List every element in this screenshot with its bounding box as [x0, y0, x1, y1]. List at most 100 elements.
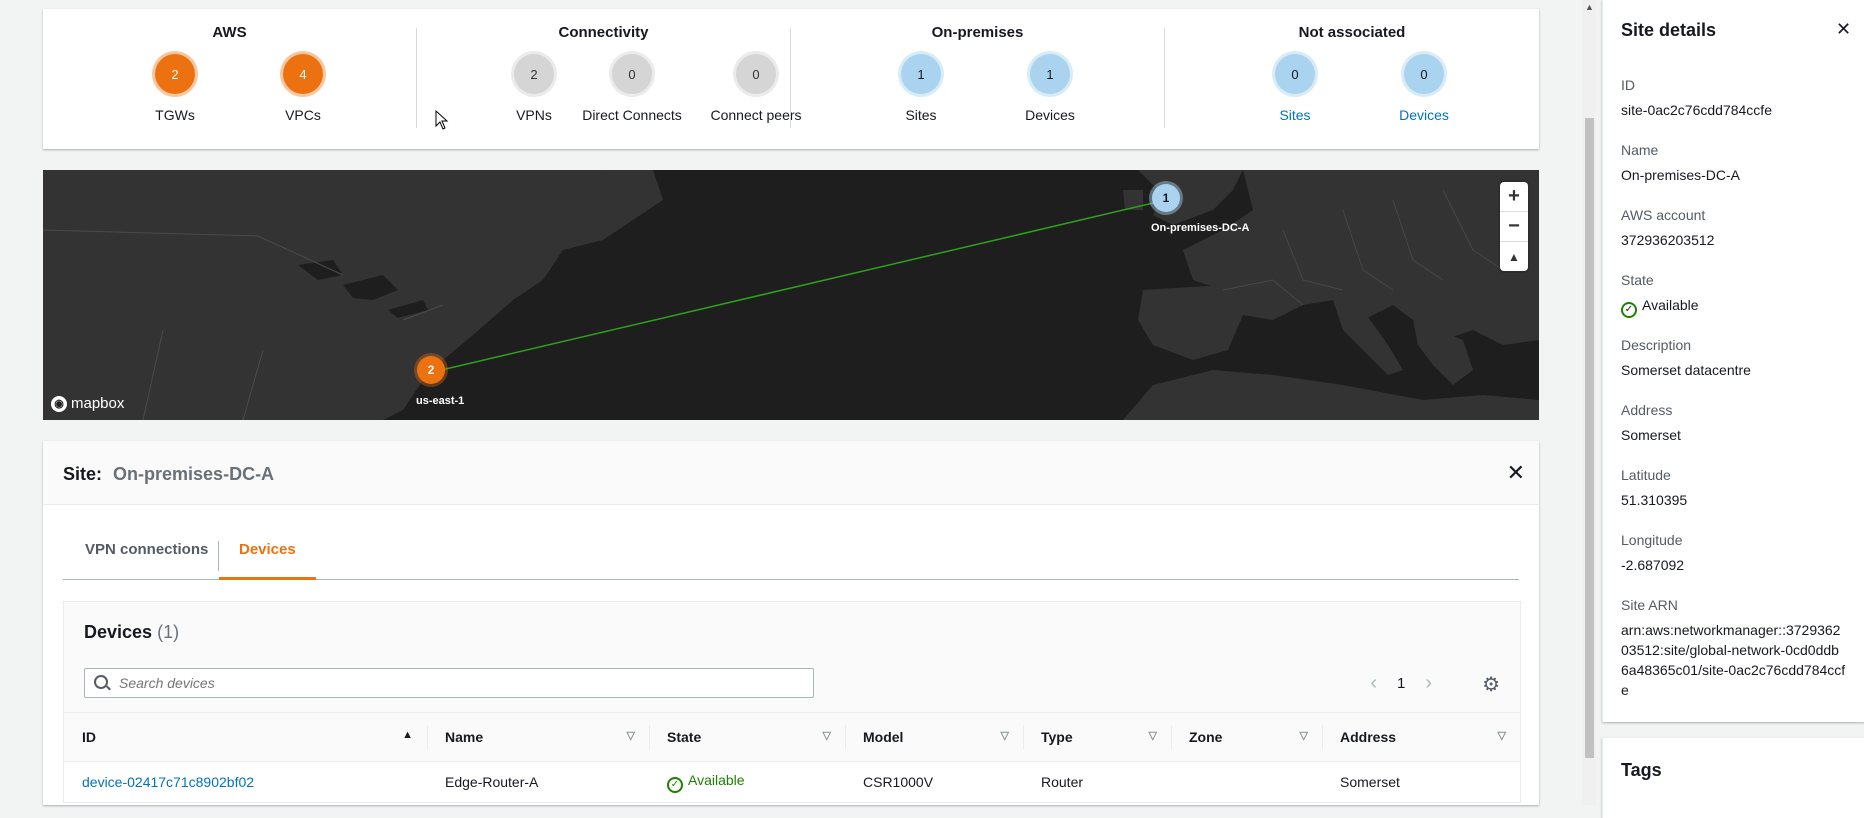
sort-icon: ▽ — [822, 730, 831, 742]
device-id-link[interactable]: device-02417c71c8902bf02 — [82, 774, 254, 790]
detail-label-address: Address — [1621, 402, 1673, 418]
zoom-out-button[interactable]: − — [1500, 212, 1528, 242]
tags-panel: Tags — [1602, 738, 1864, 818]
stat-link[interactable]: Sites — [1225, 107, 1365, 123]
stat-label: VPCs — [285, 107, 321, 123]
gear-icon[interactable]: ⚙ — [1482, 672, 1500, 697]
summary-group-on-premises: On-premises 1 Sites 1 Devices — [791, 9, 1164, 149]
main-scrollbar[interactable]: ▲ — [1582, 0, 1596, 805]
column-header-model[interactable]: Model ▽ — [845, 712, 1023, 762]
stat-unassociated-devices[interactable]: 0 Devices — [1354, 54, 1494, 123]
stat-direct-connects[interactable]: 0 Direct Connects — [562, 54, 702, 123]
map-controls: + − ▲ — [1500, 182, 1528, 271]
close-icon[interactable]: ✕ — [1507, 462, 1525, 484]
site-panel: Site: On-premises-DC-A ✕ VPN connections… — [43, 441, 1539, 805]
page-number[interactable]: 1 — [1397, 675, 1405, 692]
detail-label-longitude: Longitude — [1621, 532, 1683, 548]
search-icon — [94, 675, 108, 689]
stat-devices[interactable]: 1 Devices — [980, 54, 1120, 123]
device-state: ✓ Available — [649, 761, 845, 803]
device-type: Router — [1023, 761, 1171, 803]
compass-button[interactable]: ▲ — [1500, 242, 1528, 271]
stat-label: Sites — [905, 107, 937, 123]
tab-devices[interactable]: Devices — [219, 531, 316, 580]
site-title-value: On-premises-DC-A — [113, 464, 275, 484]
column-header-id[interactable]: ID ▲ — [64, 712, 427, 762]
device-model: CSR1000V — [845, 761, 1023, 803]
detail-value-longitude: -2.687092 — [1621, 557, 1685, 573]
group-title: On-premises — [931, 24, 1024, 41]
map-marker-label: On-premises-DC-A — [1151, 222, 1250, 234]
summary-group-aws: AWS 2 TGWs 4 VPCs — [43, 9, 416, 149]
detail-value-description: Somerset datacentre — [1621, 362, 1751, 378]
scroll-up-icon[interactable]: ▲ — [1585, 2, 1594, 12]
column-header-zone[interactable]: Zone ▽ — [1171, 712, 1322, 762]
sort-icon: ▽ — [626, 730, 635, 742]
site-tabs: VPN connections Devices — [63, 531, 1519, 580]
detail-value-latitude: 51.310395 — [1621, 492, 1688, 508]
table-row[interactable]: device-02417c71c8902bf02 Edge-Router-A ✓… — [64, 761, 1520, 803]
site-details-title: Site details — [1621, 20, 1717, 40]
sort-ascending-icon: ▲ — [402, 729, 413, 741]
stat-unassociated-sites[interactable]: 0 Sites — [1225, 54, 1365, 123]
site-details-panel: Site details ✕ ID site-0ac2c76cdd784ccfe… — [1602, 0, 1864, 722]
column-header-type[interactable]: Type ▽ — [1023, 712, 1171, 762]
map-marker-site[interactable]: 1 — [1152, 184, 1180, 212]
detail-value-address: Somerset — [1621, 427, 1681, 443]
previous-page-icon[interactable]: ‹ — [1370, 672, 1377, 695]
count-badge: 0 — [736, 54, 776, 94]
sort-icon: ▽ — [1299, 730, 1308, 742]
device-name: Edge-Router-A — [427, 761, 649, 803]
mapbox-icon: ◉ — [51, 395, 67, 412]
column-header-address[interactable]: Address ▽ — [1322, 712, 1520, 762]
sort-icon: ▽ — [1148, 730, 1157, 742]
next-page-icon[interactable]: › — [1425, 672, 1432, 695]
mouse-cursor-icon — [435, 110, 449, 130]
stat-link[interactable]: Devices — [1354, 107, 1494, 123]
site-title-label: Site: — [63, 464, 103, 484]
sort-icon: ▽ — [1497, 730, 1506, 742]
search-devices-field[interactable] — [84, 668, 814, 698]
map-land-layer — [43, 170, 1539, 420]
detail-label-latitude: Latitude — [1621, 467, 1671, 483]
mapbox-logo[interactable]: ◉ mapbox — [51, 395, 124, 412]
check-circle-icon: ✓ — [667, 776, 683, 793]
count-badge: 4 — [283, 54, 323, 94]
devices-title: Devices — [84, 622, 153, 642]
stat-sites[interactable]: 1 Sites — [851, 54, 991, 123]
sort-icon: ▽ — [1000, 730, 1009, 742]
map-marker-region[interactable]: 2 — [417, 356, 445, 384]
scrollbar-thumb[interactable] — [1585, 118, 1594, 758]
detail-label-name: Name — [1621, 142, 1659, 158]
detail-value-id[interactable]: site-0ac2c76cdd784ccfe — [1621, 100, 1846, 120]
count-badge: 0 — [1404, 54, 1444, 94]
column-header-name[interactable]: Name ▽ — [427, 712, 649, 762]
search-input[interactable] — [117, 669, 801, 697]
site-panel-title: Site: On-premises-DC-A — [63, 464, 274, 485]
count-badge: 2 — [514, 54, 554, 94]
summary-group-not-associated: Not associated 0 Sites 0 Devices — [1165, 9, 1539, 149]
group-title: Connectivity — [558, 24, 649, 41]
count-badge: 1 — [1030, 54, 1070, 94]
zoom-in-button[interactable]: + — [1500, 182, 1528, 212]
network-map[interactable]: 2 us-east-1 1 On-premises-DC-A + − ▲ ◉ m… — [43, 170, 1539, 420]
stat-label: Devices — [1025, 107, 1075, 123]
device-address: Somerset — [1322, 761, 1520, 803]
check-circle-icon: ✓ — [1621, 302, 1637, 318]
detail-value-state: ✓ Available — [1621, 295, 1846, 318]
devices-heading: Devices (1) — [84, 622, 179, 643]
pagination: ‹ 1 › — [1370, 672, 1432, 695]
stat-vpcs[interactable]: 4 VPCs — [233, 54, 373, 123]
stat-tgws[interactable]: 2 TGWs — [105, 54, 245, 123]
count-badge: 0 — [1275, 54, 1315, 94]
map-marker-label: us-east-1 — [416, 395, 465, 407]
close-icon[interactable]: ✕ — [1836, 20, 1851, 38]
tab-vpn-connections[interactable]: VPN connections — [85, 531, 208, 577]
stat-label: Direct Connects — [582, 107, 682, 123]
group-title: AWS — [212, 24, 247, 41]
detail-value-name: On-premises-DC-A — [1621, 167, 1741, 183]
devices-table-container: Devices (1) ‹ 1 › ⚙ ID▲ Name — [63, 601, 1521, 803]
network-summary-card: AWS 2 TGWs 4 VPCs Connectivity 2 VPNs 0 … — [43, 9, 1539, 149]
column-header-state[interactable]: State ▽ — [649, 712, 845, 762]
summary-group-connectivity: Connectivity 2 VPNs 0 Direct Connects 0 … — [417, 9, 802, 149]
